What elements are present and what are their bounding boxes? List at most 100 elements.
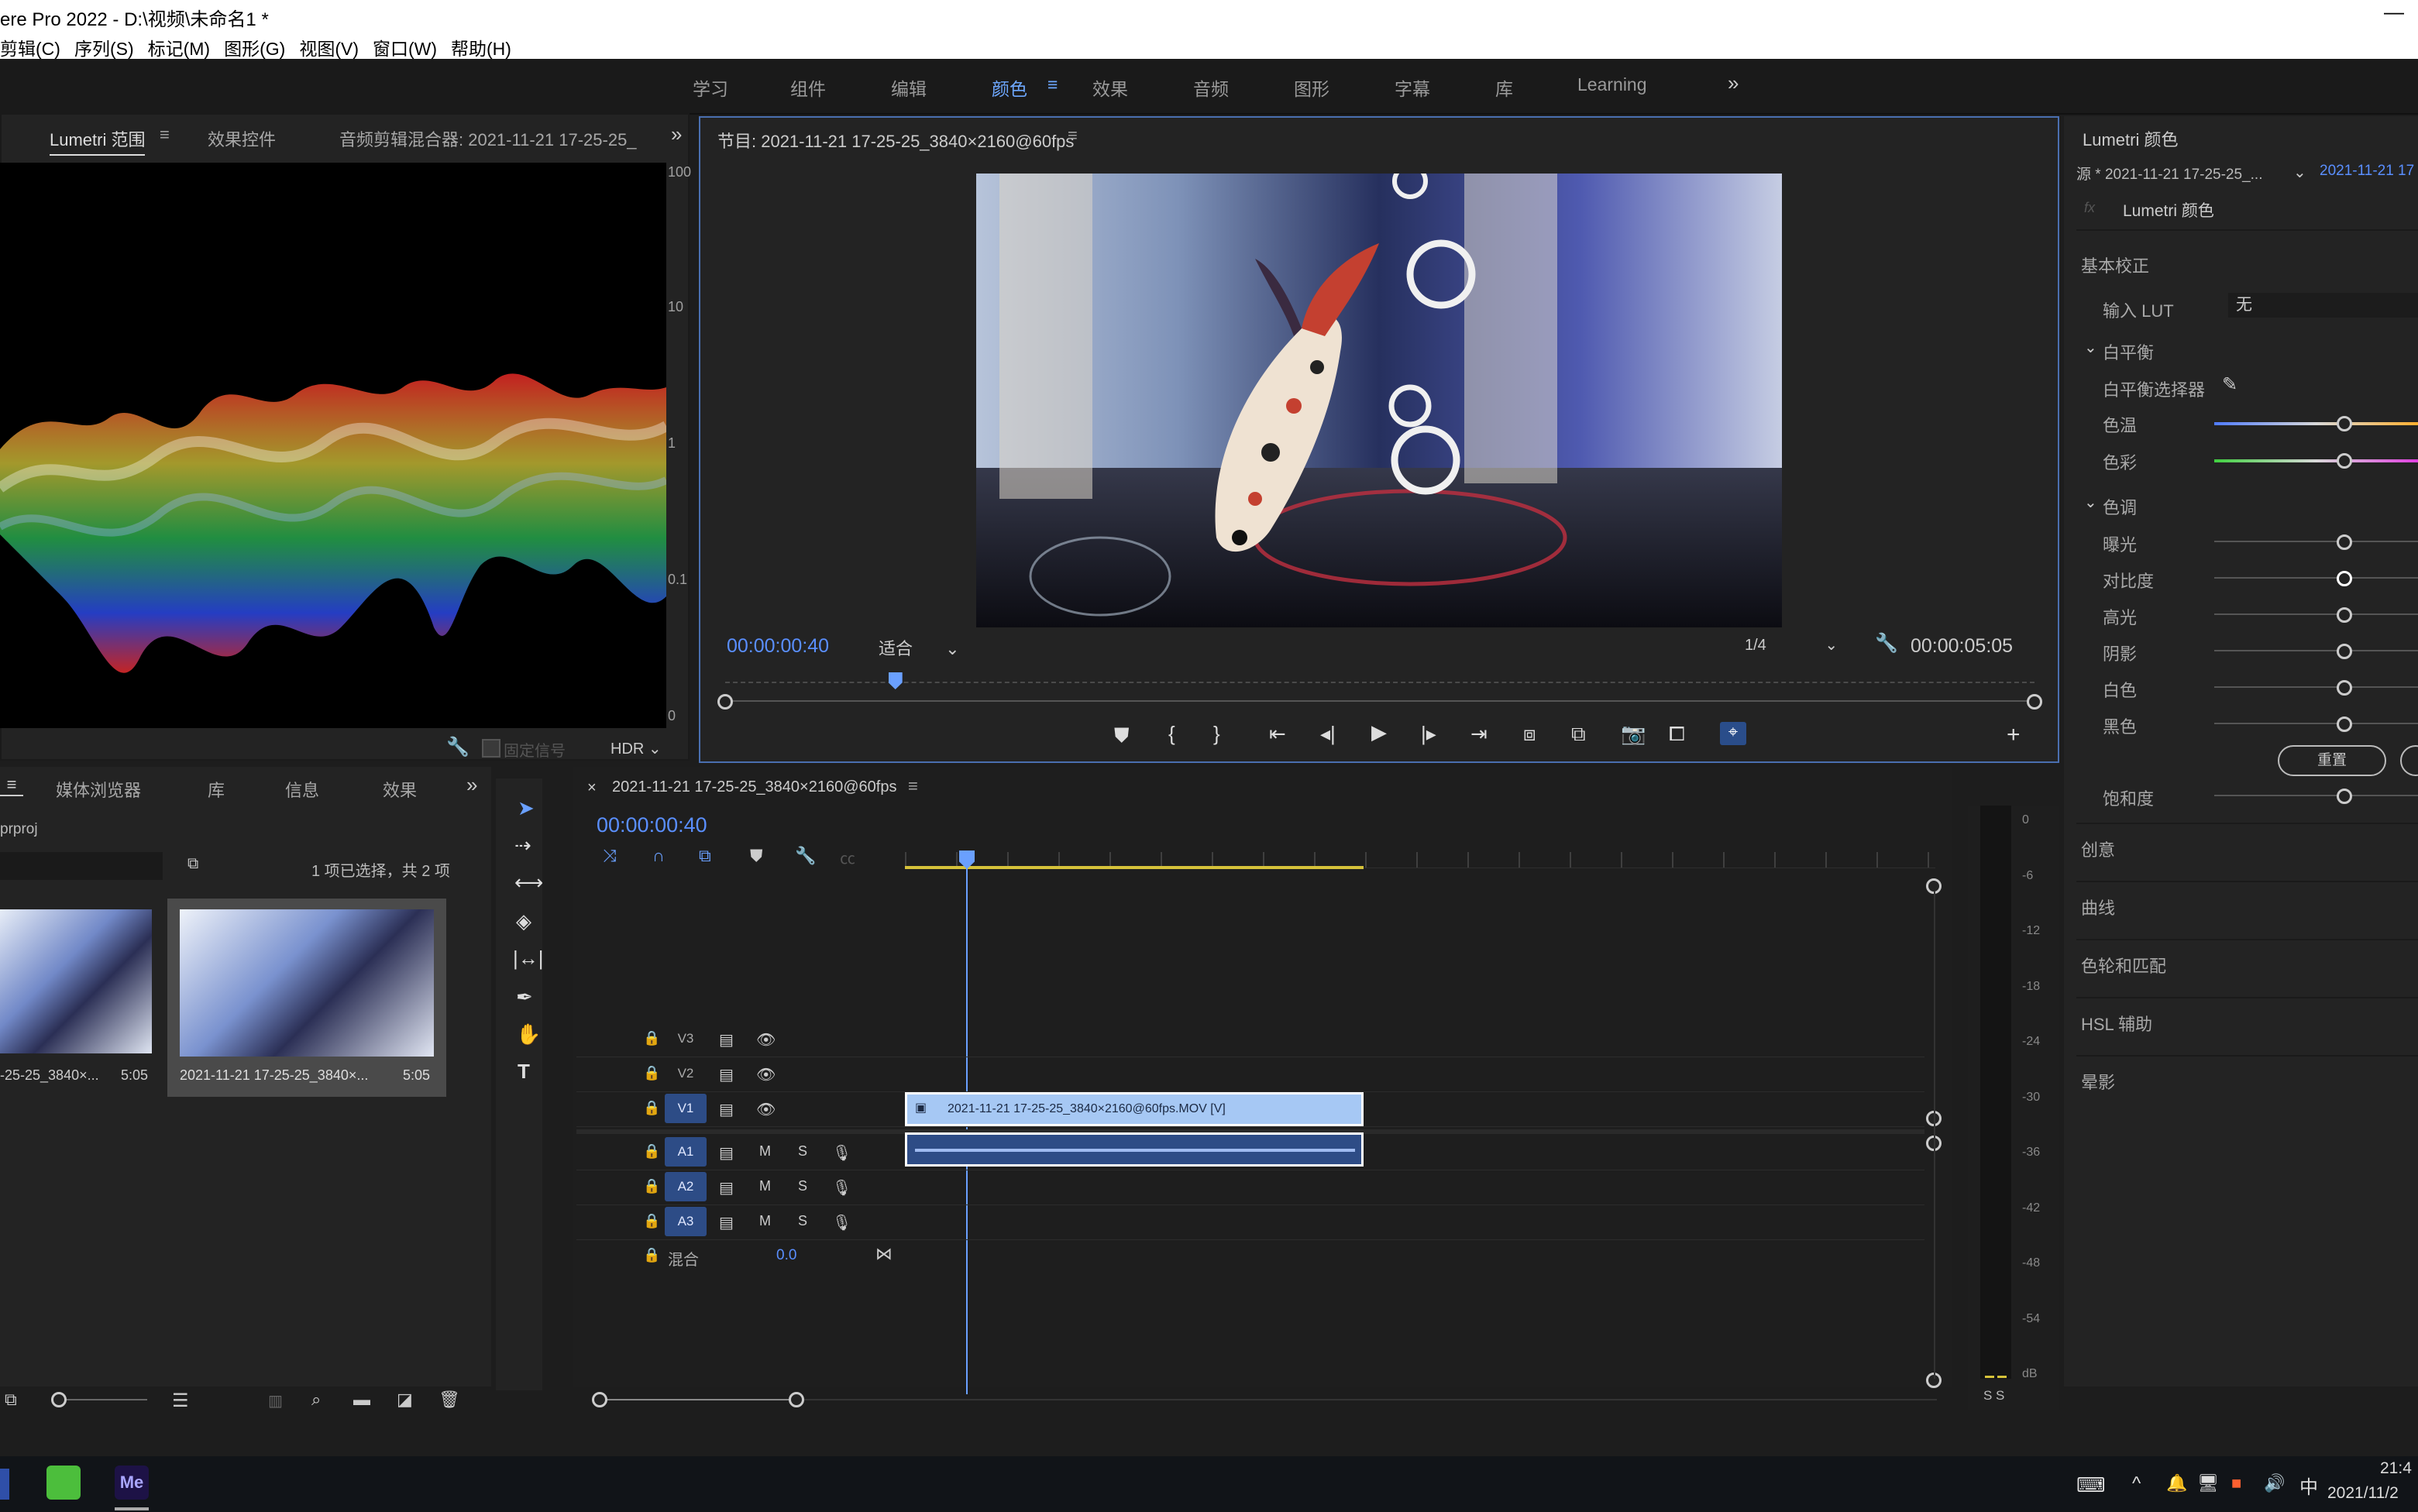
clamp-checkbox[interactable] bbox=[482, 739, 500, 758]
lock-icon[interactable]: 🔒 bbox=[643, 1178, 660, 1194]
ripple-edit-tool-icon[interactable]: ⟷ bbox=[514, 872, 543, 892]
close-icon[interactable]: × bbox=[587, 779, 597, 797]
tab-audio-mixer[interactable]: 音频剪辑混合器: 2021-11-21 17-25-25_ bbox=[339, 126, 637, 151]
ime-indicator[interactable]: 中 bbox=[2299, 1472, 2318, 1499]
new-search-bin-icon[interactable]: ⧉ bbox=[187, 855, 198, 873]
fit-select[interactable]: 适合 ⌄ bbox=[879, 635, 960, 660]
chevron-up-icon[interactable]: ^ bbox=[2132, 1473, 2141, 1495]
reset-button[interactable]: 重置 bbox=[2278, 745, 2386, 776]
timeline-timecode[interactable]: 00:00:00:40 bbox=[597, 813, 707, 837]
solo-buttons[interactable]: S S bbox=[1983, 1388, 2004, 1404]
chevron-down-icon[interactable]: ⌄ bbox=[2084, 493, 2097, 512]
tray-app-icon-orange[interactable]: ■ bbox=[2231, 1473, 2241, 1493]
lock-icon[interactable]: 🔒 bbox=[643, 1065, 660, 1081]
mark-in-icon[interactable]: { bbox=[1168, 723, 1175, 744]
tone-slider[interactable] bbox=[2214, 650, 2418, 651]
menu-item[interactable]: 图形(G) bbox=[224, 39, 285, 59]
linked-selection-icon[interactable]: ⧉ bbox=[699, 846, 711, 866]
program-ruler[interactable] bbox=[725, 682, 2034, 688]
workspace-menu-icon[interactable]: ≡ bbox=[1047, 74, 1058, 95]
program-scrubbar[interactable] bbox=[725, 700, 2034, 702]
solo-button[interactable]: S bbox=[798, 1213, 807, 1229]
automate-icon[interactable]: ▥ bbox=[268, 1391, 283, 1411]
workspace-tab[interactable]: 音频 bbox=[1193, 74, 1229, 101]
out-point-handle[interactable] bbox=[2027, 694, 2042, 710]
menu-item[interactable]: 序列(S) bbox=[74, 39, 134, 59]
sequence-menu-icon[interactable]: ≡ bbox=[908, 776, 918, 796]
extract-icon[interactable]: ⧉ bbox=[1571, 723, 1586, 744]
panel-overflow-icon[interactable]: » bbox=[671, 122, 682, 146]
sync-lock-icon[interactable]: ▤ bbox=[719, 1143, 734, 1163]
sort-icon[interactable]: ☰ bbox=[172, 1390, 189, 1412]
trash-icon[interactable]: 🗑 bbox=[439, 1390, 460, 1410]
workspace-tab[interactable]: 字幕 bbox=[1395, 74, 1430, 101]
in-point-handle[interactable] bbox=[717, 694, 733, 710]
vertical-scrollbar[interactable] bbox=[1934, 891, 1935, 1379]
step-forward-icon[interactable]: |▸ bbox=[1421, 723, 1436, 744]
sync-lock-icon[interactable]: ▤ bbox=[719, 1178, 734, 1198]
tab-info[interactable]: 信息 bbox=[285, 777, 319, 802]
scope-mode-select[interactable]: HDR ⌄ bbox=[611, 739, 662, 758]
sync-lock-icon[interactable]: ▤ bbox=[719, 1065, 734, 1084]
snap-icon[interactable]: ∩ bbox=[652, 846, 665, 866]
tone-slider[interactable] bbox=[2214, 686, 2418, 688]
go-to-out-icon[interactable]: ⇥ bbox=[1470, 723, 1488, 744]
workspace-tab[interactable]: 颜色 bbox=[992, 74, 1027, 101]
tab-library[interactable]: 库 bbox=[208, 777, 225, 802]
program-menu-icon[interactable]: ≡ bbox=[1068, 125, 1078, 146]
program-current-time[interactable]: 00:00:00:40 bbox=[727, 635, 829, 658]
lumetri-comparison-button[interactable]: ⌖ bbox=[1720, 722, 1746, 745]
track-target-a1[interactable]: A1 bbox=[665, 1137, 707, 1167]
selection-tool-icon[interactable]: ➤ bbox=[518, 798, 535, 818]
media-encoder-icon[interactable]: Me bbox=[115, 1466, 149, 1500]
tone-knob[interactable] bbox=[2337, 607, 2352, 623]
keyboard-icon[interactable]: ⌨ bbox=[2076, 1473, 2106, 1497]
sync-lock-icon[interactable]: ▤ bbox=[719, 1213, 734, 1232]
mute-button[interactable]: M bbox=[759, 1213, 771, 1229]
minimize-icon[interactable]: — bbox=[2384, 0, 2404, 24]
network-icon[interactable]: 🖥 bbox=[2197, 1473, 2219, 1493]
eyedropper-icon[interactable]: ✎ bbox=[2222, 373, 2237, 396]
clock-date[interactable]: 2021/11/2 bbox=[2327, 1484, 2399, 1503]
workspace-tab[interactable]: 库 bbox=[1495, 74, 1513, 101]
lift-icon[interactable]: ⧈ bbox=[1523, 723, 1536, 744]
lumetri-section[interactable]: 色轮和匹配 bbox=[2081, 953, 2166, 978]
mute-button[interactable]: M bbox=[759, 1143, 771, 1160]
resolution-select[interactable]: 1/4 ⌄ bbox=[1745, 635, 1838, 655]
tone-slider[interactable] bbox=[2214, 577, 2418, 579]
mute-button[interactable]: M bbox=[759, 1178, 771, 1194]
sync-lock-icon[interactable]: ▤ bbox=[719, 1030, 734, 1050]
mix-value[interactable]: 0.0 bbox=[776, 1247, 796, 1264]
tab-effects[interactable]: 效果 bbox=[383, 777, 417, 802]
lumetri-source-clip[interactable]: 2021-11-21 17 bbox=[2320, 163, 2414, 180]
settings-wrench-icon[interactable]: 🔧 bbox=[1875, 632, 1898, 655]
tone-knob[interactable] bbox=[2337, 716, 2352, 732]
panel-overflow-icon[interactable]: » bbox=[466, 773, 477, 797]
new-item-icon[interactable]: ◪ bbox=[397, 1390, 413, 1410]
menu-item[interactable]: 帮助(H) bbox=[451, 39, 511, 59]
clock-time[interactable]: 21:4 bbox=[2380, 1459, 2412, 1478]
timeline-settings-icon[interactable]: 🔧 bbox=[795, 846, 816, 866]
tone-slider[interactable] bbox=[2214, 541, 2418, 542]
work-area-bar[interactable] bbox=[905, 866, 1364, 869]
tint-knob[interactable] bbox=[2337, 453, 2352, 469]
app-icon[interactable] bbox=[0, 1469, 9, 1500]
saturation-slider[interactable] bbox=[2214, 795, 2418, 796]
section-basic-correction[interactable]: 基本校正 bbox=[2081, 253, 2149, 277]
mark-out-icon[interactable]: } bbox=[1213, 723, 1220, 744]
list-view-icon[interactable]: ⧉ bbox=[5, 1390, 17, 1410]
lock-icon[interactable]: 🔒 bbox=[643, 1247, 660, 1263]
workspace-tab[interactable]: 编辑 bbox=[891, 74, 927, 101]
workspace-tab[interactable]: 学习 bbox=[693, 74, 728, 101]
temperature-knob[interactable] bbox=[2337, 416, 2352, 431]
app-icon-green[interactable] bbox=[46, 1466, 81, 1500]
tone-knob[interactable] bbox=[2337, 680, 2352, 696]
lumetri-section[interactable]: 晕影 bbox=[2081, 1069, 2115, 1094]
eye-icon[interactable]: 👁 bbox=[756, 1100, 776, 1119]
track-target-v1[interactable]: V1 bbox=[665, 1094, 707, 1123]
workspace-tab[interactable]: 效果 bbox=[1092, 74, 1128, 101]
menu-item[interactable]: 标记(M) bbox=[148, 39, 210, 59]
eye-icon[interactable]: 👁 bbox=[756, 1030, 776, 1050]
solo-button[interactable]: S bbox=[798, 1143, 807, 1160]
project-item-selected[interactable]: 2021-11-21 17-25-25_3840×... 5:05 bbox=[167, 899, 446, 1097]
